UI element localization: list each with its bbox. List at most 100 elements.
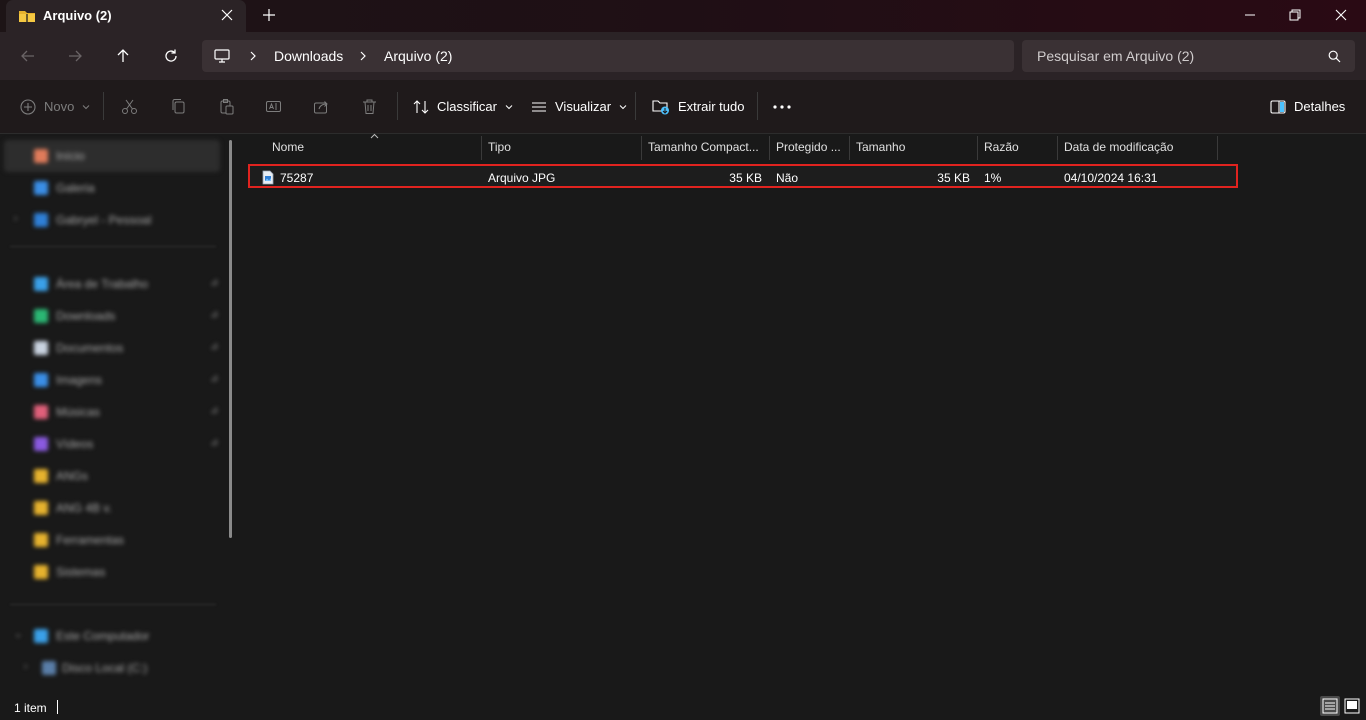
rename-icon (266, 101, 281, 112)
sidebar-item[interactable]: Documentos ⊿ (4, 332, 220, 364)
column-divider[interactable] (1217, 136, 1218, 160)
scissors-icon (122, 99, 137, 114)
sidebar-item-label: Início (56, 149, 85, 163)
search-input[interactable]: Pesquisar em Arquivo (2) (1022, 40, 1355, 72)
pin-icon: ⊿ (210, 437, 219, 448)
paste-button[interactable] (218, 80, 235, 133)
tiles-view-button[interactable] (1342, 696, 1362, 716)
title-bar: Arquivo (2) (0, 0, 1366, 32)
sidebar-item[interactable]: › Disco Local (C:) (4, 652, 220, 684)
sidebar-item[interactable]: › Gabryel - Pessoal (4, 204, 220, 236)
sidebar-item-label: Vídeos (56, 437, 94, 451)
share-button[interactable] (313, 80, 330, 133)
folder-icon (34, 469, 48, 483)
status-bar: 1 item (0, 696, 1366, 720)
sidebar-item[interactable]: Área de Trabalho ⊿ (4, 268, 220, 300)
file-ratio: 1% (984, 171, 1002, 185)
column-divider[interactable] (1057, 136, 1058, 160)
paste-icon (220, 99, 234, 115)
minimize-icon[interactable] (1243, 8, 1257, 22)
new-tab-icon[interactable] (262, 8, 276, 22)
sidebar-item[interactable]: Sistemas (4, 556, 220, 588)
sidebar-item-label: Este Computador (56, 629, 150, 643)
file-name[interactable]: 75287 (280, 164, 313, 192)
chevron-right-icon[interactable] (248, 51, 258, 61)
navigation-pane: Início Galeria › Gabryel - Pessoal Área de T… (0, 134, 240, 696)
copy-icon (172, 99, 185, 114)
file-type: Arquivo JPG (488, 171, 556, 185)
forward-icon[interactable] (67, 48, 83, 64)
more-icon (773, 104, 791, 109)
file-modified-date: 04/10/2024 16:31 (1064, 171, 1158, 185)
back-icon[interactable] (20, 48, 36, 64)
column-divider[interactable] (769, 136, 770, 160)
chevron-icon[interactable]: › (14, 213, 17, 224)
sidebar-scrollbar[interactable] (229, 140, 232, 538)
chevron-down-icon (82, 103, 90, 111)
onedrive-icon (34, 213, 48, 227)
details-button[interactable]: Detalhes (1270, 80, 1345, 133)
sidebar-item-label: Gabryel - Pessoal (56, 213, 152, 227)
column-divider[interactable] (977, 136, 978, 160)
sidebar-item[interactable]: Galeria (4, 172, 220, 204)
item-count: 1 item (14, 701, 47, 715)
divider (57, 700, 58, 714)
details-view-button[interactable] (1320, 696, 1340, 716)
sidebar-item-label: Imagens (56, 373, 103, 387)
copy-button[interactable] (170, 80, 187, 133)
delete-button[interactable] (361, 80, 378, 133)
new-button[interactable]: Novo (20, 80, 90, 133)
view-button[interactable]: Visualizar (531, 80, 627, 133)
sidebar-item[interactable]: Downloads ⊿ (4, 300, 220, 332)
videos-icon (34, 437, 48, 451)
chevron-down-icon (505, 103, 513, 111)
sidebar-item[interactable]: Ferramentas (4, 524, 220, 556)
refresh-icon[interactable] (163, 48, 179, 64)
tiles-view-icon (1344, 698, 1360, 714)
documents-icon (34, 341, 48, 355)
window-tab[interactable]: Arquivo (2) (6, 0, 246, 32)
sidebar-item[interactable]: Músicas ⊿ (4, 396, 220, 428)
column-divider[interactable] (641, 136, 642, 160)
sidebar-item[interactable]: Imagens ⊿ (4, 364, 220, 396)
breadcrumb-current-folder[interactable]: Arquivo (2) (384, 48, 452, 64)
details-view-icon (1322, 698, 1338, 714)
download-icon (34, 309, 48, 323)
sidebar-item[interactable]: Início (4, 140, 220, 172)
folder-icon (34, 501, 48, 515)
rename-button[interactable] (265, 80, 282, 133)
sidebar-item[interactable]: ⌄ Este Computador (4, 620, 220, 652)
extract-all-button[interactable]: Extrair tudo (652, 80, 744, 133)
sidebar-divider (10, 246, 216, 247)
sidebar-item-label: Disco Local (C:) (62, 661, 148, 675)
sidebar-item[interactable]: Vídeos ⊿ (4, 428, 220, 460)
chevron-icon[interactable]: ⌄ (14, 629, 22, 640)
music-icon (34, 405, 48, 419)
pin-icon: ⊿ (210, 277, 219, 288)
chevron-right-icon[interactable] (358, 51, 368, 61)
column-divider[interactable] (481, 136, 482, 160)
sidebar-item-label: ANG 4B v. (56, 501, 112, 515)
column-divider[interactable] (849, 136, 850, 160)
computer-icon (34, 629, 48, 643)
chevron-icon[interactable]: › (24, 661, 27, 672)
restore-icon[interactable] (1288, 8, 1302, 22)
computer-icon[interactable] (214, 48, 230, 64)
new-button-label: Novo (44, 99, 75, 114)
search-icon[interactable] (1328, 50, 1341, 63)
sidebar-item-label: Documentos (56, 341, 124, 355)
view-list-icon (531, 99, 547, 115)
close-tab-icon[interactable] (220, 8, 234, 22)
divider (397, 92, 398, 120)
sidebar-item[interactable]: ANG 4B v. (4, 492, 220, 524)
sort-button[interactable]: Classificar (413, 80, 513, 133)
up-icon[interactable] (115, 48, 131, 64)
cut-button[interactable] (121, 80, 138, 133)
breadcrumb-downloads[interactable]: Downloads (274, 48, 343, 64)
close-window-icon[interactable] (1334, 8, 1348, 22)
search-placeholder: Pesquisar em Arquivo (2) (1037, 48, 1195, 64)
sidebar-item[interactable]: ANGs (4, 460, 220, 492)
more-options-button[interactable] (773, 80, 791, 133)
sidebar-item-label: ANGs (56, 469, 89, 483)
address-bar[interactable]: Downloads Arquivo (2) (202, 40, 1014, 72)
